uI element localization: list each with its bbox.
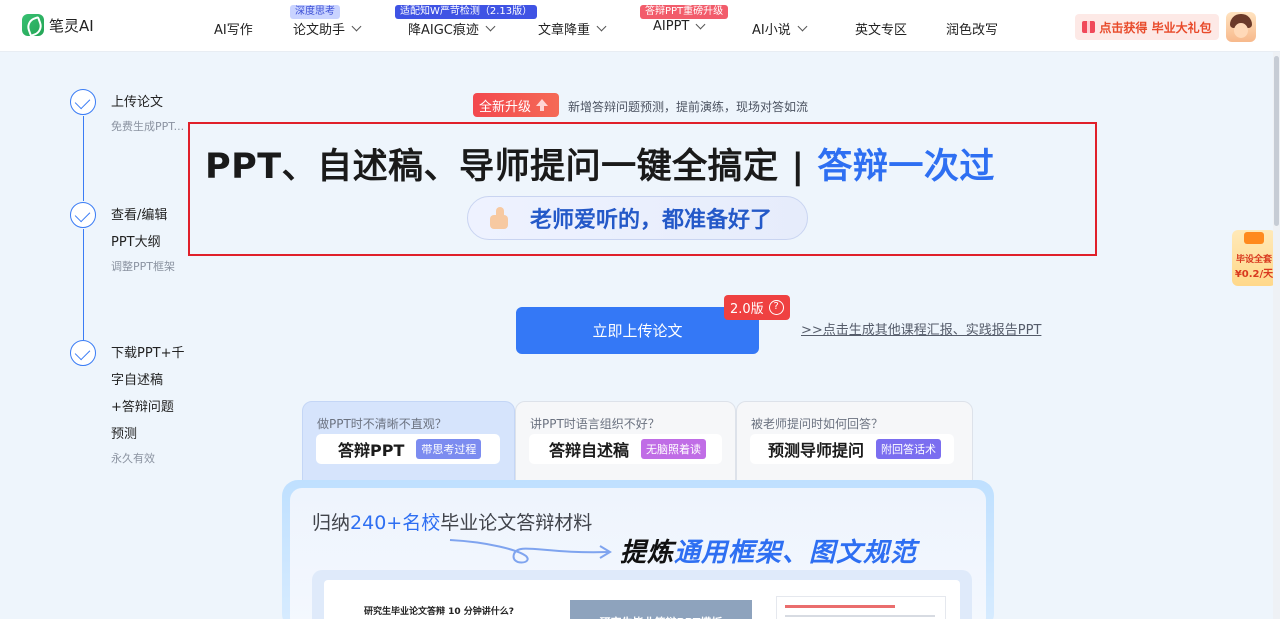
upgrade-badge: 全新升级 — [473, 93, 559, 117]
help-icon[interactable]: ? — [768, 300, 784, 315]
squiggle-arrow-icon — [449, 539, 612, 564]
nav-aippt[interactable]: AIPPT — [653, 19, 706, 34]
feature-tag: 带思考过程 — [416, 439, 482, 459]
nav-ai-writing[interactable]: AI写作 — [214, 19, 253, 38]
nav-badge-deep-thinking: 深度思考 — [290, 5, 340, 19]
gift-box-icon — [1244, 232, 1264, 244]
step-2-sub: 调整PPT框架 — [111, 260, 175, 273]
preview-page — [776, 596, 946, 619]
step-connector — [83, 229, 84, 340]
nav-paper-assistant[interactable]: 论文助手 — [293, 19, 362, 38]
step-check-icon — [70, 89, 96, 115]
arrow-up-icon — [536, 98, 549, 111]
chevron-down-icon — [485, 21, 496, 31]
chevron-down-icon — [596, 21, 607, 31]
step-1-title: 上传论文 — [111, 95, 164, 110]
graduation-promo-float[interactable]: 毕设全套 ¥0.2/天 — [1232, 230, 1276, 286]
chevron-down-icon — [351, 21, 362, 31]
preview-doc-title: 研究生毕业论文答辩 10 分钟讲什么? — [364, 607, 515, 617]
nav-rewrite[interactable]: 文章降重 — [538, 19, 607, 38]
logo[interactable]: 笔灵AI — [22, 14, 94, 36]
version-badge[interactable]: 2.0版 ? — [724, 295, 790, 320]
feature-tag: 附回答话术 — [876, 439, 942, 459]
nav-ai-novel[interactable]: AI小说 — [752, 19, 808, 38]
avatar[interactable] — [1226, 12, 1256, 42]
preview-slide: 研究生毕业答辩PPT模板 — [570, 600, 752, 619]
upgrade-note: 新增答辩问题预测，提前演练，现场对答如流 — [568, 100, 809, 114]
step-3-title: 下载PPT+千 字自述稿 +答辩问题 预测 — [111, 346, 185, 442]
tagline-pill: 老师爱听的，都准备好了 — [467, 196, 808, 240]
chevron-down-icon — [797, 21, 808, 31]
step-check-icon — [70, 202, 96, 228]
nav-badge-ppt: 答辩PPT重磅升级 — [640, 5, 729, 19]
graduation-gift-button[interactable]: 点击获得 毕业大礼包 — [1075, 14, 1219, 40]
brand-name: 笔灵AI — [49, 16, 94, 35]
step-3-sub: 永久有效 — [111, 452, 155, 465]
step-check-icon — [70, 340, 96, 366]
tab-defense-script[interactable]: 讲PPT时语言组织不好？ 答辩自述稿 无脑照着读 — [515, 401, 736, 481]
chevron-down-icon — [695, 19, 706, 29]
template-preview: 研究生毕业论文答辩 10 分钟讲什么? 研究生毕业答辩PPT模板 — [312, 570, 972, 619]
page-title: PPT、自述稿、导师提问一键全搞定 | 答辩一次过 — [205, 147, 995, 187]
showcase-extract: 提炼通用框架、图文规范 — [620, 538, 918, 568]
nav-english[interactable]: 英文专区 — [855, 19, 907, 38]
showcase-panel: 归纳240+名校毕业论文答辩材料 提炼通用框架、图文规范 研究生毕业论文答辩 1… — [282, 480, 994, 619]
nav-reduce-aigc[interactable]: 降AIGC痕迹 — [408, 19, 496, 38]
tab-predict-questions[interactable]: 被老师提问时如何回答？ 预测导师提问 附回答话术 — [736, 401, 973, 481]
scrollbar-thumb[interactable] — [1274, 56, 1279, 226]
top-nav: 笔灵AI AI写作 深度思考 论文助手 适配知W严苛检测（2.13版） 降AIG… — [0, 0, 1280, 52]
tagline-text: 老师爱听的，都准备好了 — [530, 208, 773, 233]
step-2-title: 查看/编辑 PPT大纲 — [111, 208, 168, 250]
step-1-sub: 免费生成PPT... — [111, 120, 185, 133]
nav-badge-aigc: 适配知W严苛检测（2.13版） — [395, 5, 538, 19]
thumbs-up-icon — [488, 205, 514, 231]
step-connector — [83, 116, 84, 201]
logo-leaf-icon — [22, 14, 44, 36]
gift-icon — [1082, 21, 1096, 33]
upload-paper-button[interactable]: 立即上传论文 — [516, 307, 759, 354]
headline-accent: 答辩一次过 — [817, 147, 995, 187]
feature-tag: 无脑照着读 — [641, 439, 707, 459]
nav-polish[interactable]: 润色改写 — [946, 19, 998, 38]
tab-defense-ppt[interactable]: 做PPT时不清晰不直观？ 答辩PPT 带思考过程 — [302, 401, 515, 481]
other-ppt-link[interactable]: >>点击生成其他课程汇报、实践报告PPT — [801, 319, 1041, 338]
